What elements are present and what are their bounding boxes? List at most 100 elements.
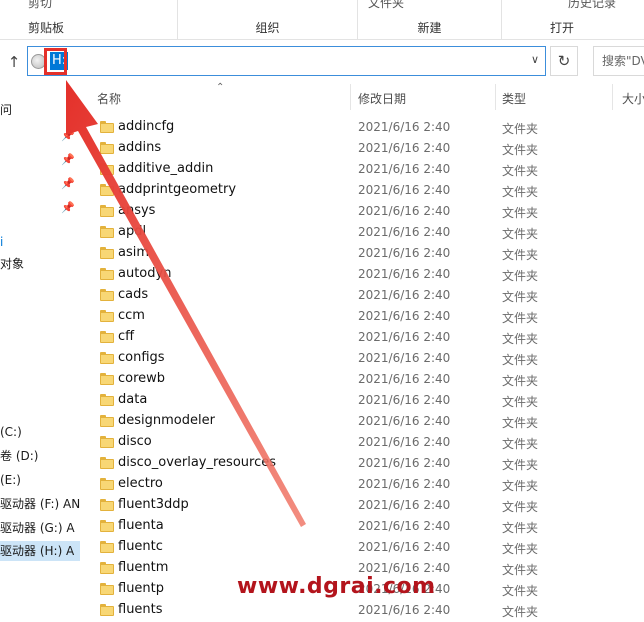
file-type: 文件夹 bbox=[502, 437, 539, 451]
ribbon-group-open: 历史记录 打开 bbox=[502, 0, 644, 40]
column-header-date[interactable]: 修改日期 bbox=[358, 90, 406, 107]
file-row[interactable]: fluentc 2021/6/16 2:40 文件夹 bbox=[80, 537, 644, 558]
nav-item-drive-h[interactable]: 驱动器 (H:) A bbox=[0, 541, 80, 561]
file-name: fluents bbox=[118, 602, 163, 617]
folder-icon bbox=[100, 436, 114, 448]
folder-icon bbox=[100, 142, 114, 154]
new-folder-button[interactable]: 文件夹 bbox=[368, 0, 404, 11]
file-modified-date: 2021/6/16 2:40 bbox=[358, 561, 451, 575]
folder-icon bbox=[100, 394, 114, 406]
nav-item-3d-objects[interactable]: 对象 bbox=[0, 254, 24, 274]
file-type: 文件夹 bbox=[502, 353, 539, 367]
history-button[interactable]: 历史记录 bbox=[568, 0, 616, 11]
folder-icon bbox=[100, 478, 114, 490]
file-type: 文件夹 bbox=[502, 143, 539, 157]
column-divider[interactable] bbox=[350, 84, 351, 110]
file-type: 文件夹 bbox=[502, 164, 539, 178]
column-divider[interactable] bbox=[495, 84, 496, 110]
file-row[interactable]: fluent3ddp 2021/6/16 2:40 文件夹 bbox=[80, 495, 644, 516]
file-row[interactable]: cads 2021/6/16 2:40 文件夹 bbox=[80, 285, 644, 306]
file-name: designmodeler bbox=[118, 413, 215, 428]
file-modified-date: 2021/6/16 2:40 bbox=[358, 435, 451, 449]
file-name: data bbox=[118, 392, 148, 407]
file-row[interactable]: ccm 2021/6/16 2:40 文件夹 bbox=[80, 306, 644, 327]
file-name: disco bbox=[118, 434, 152, 449]
file-row[interactable]: configs 2021/6/16 2:40 文件夹 bbox=[80, 348, 644, 369]
pin-icon[interactable]: 📌 bbox=[61, 130, 75, 142]
column-header-type[interactable]: 类型 bbox=[502, 90, 526, 107]
folder-icon bbox=[100, 331, 114, 343]
file-modified-date: 2021/6/16 2:40 bbox=[358, 183, 451, 197]
file-modified-date: 2021/6/16 2:40 bbox=[358, 540, 451, 554]
ribbon: 剪切 剪贴板 组织 文件夹 新建 历史记录 打开 bbox=[0, 0, 644, 40]
column-divider[interactable] bbox=[612, 84, 613, 110]
file-name: asim bbox=[118, 245, 150, 260]
sort-ascending-icon: ⌃ bbox=[216, 82, 225, 93]
file-list: addincfg 2021/6/16 2:40 文件夹 addins 2021/6/16… bbox=[80, 117, 644, 621]
file-row[interactable]: disco_overlay_resources 2021/6/16 2:40 文件夹 bbox=[80, 453, 644, 474]
nav-item-drive-c[interactable]: (C:) bbox=[0, 422, 22, 442]
file-row[interactable]: cff 2021/6/16 2:40 文件夹 bbox=[80, 327, 644, 348]
file-row[interactable]: electro 2021/6/16 2:40 文件夹 bbox=[80, 474, 644, 495]
file-row[interactable]: addins 2021/6/16 2:40 文件夹 bbox=[80, 138, 644, 159]
search-input[interactable]: 搜索"DV bbox=[593, 46, 644, 76]
file-row[interactable]: fluents 2021/6/16 2:40 文件夹 bbox=[80, 600, 644, 621]
file-modified-date: 2021/6/16 2:40 bbox=[358, 288, 451, 302]
file-row[interactable]: asim 2021/6/16 2:40 文件夹 bbox=[80, 243, 644, 264]
file-type: 文件夹 bbox=[502, 542, 539, 556]
address-bar[interactable]: H: ∨ bbox=[27, 46, 546, 76]
file-name: fluenta bbox=[118, 518, 164, 533]
column-header-name[interactable]: 名称 bbox=[97, 90, 121, 107]
nav-item-drive-e[interactable]: (E:) bbox=[0, 470, 21, 490]
annotation-highlight-box bbox=[44, 48, 67, 75]
file-name: electro bbox=[118, 476, 163, 491]
chevron-down-icon[interactable]: ∨ bbox=[531, 53, 539, 66]
file-row[interactable]: additive_addin 2021/6/16 2:40 文件夹 bbox=[80, 159, 644, 180]
file-row[interactable]: data 2021/6/16 2:40 文件夹 bbox=[80, 390, 644, 411]
file-name: disco_overlay_resources bbox=[118, 455, 276, 470]
ribbon-group-label: 组织 bbox=[255, 21, 280, 35]
ribbon-group-organize: 组织 bbox=[178, 0, 358, 40]
file-row[interactable]: disco 2021/6/16 2:40 文件夹 bbox=[80, 432, 644, 453]
file-name: cads bbox=[118, 287, 149, 302]
file-type: 文件夹 bbox=[502, 311, 539, 325]
pin-icon[interactable]: 📌 bbox=[61, 154, 75, 166]
folder-icon bbox=[100, 247, 114, 259]
nav-item-drive-f[interactable]: 驱动器 (F:) AN bbox=[0, 494, 80, 514]
file-type: 文件夹 bbox=[502, 248, 539, 262]
cut-button[interactable]: 剪切 bbox=[28, 0, 52, 11]
file-name: addincfg bbox=[118, 119, 175, 134]
file-row[interactable]: addprintgeometry 2021/6/16 2:40 文件夹 bbox=[80, 180, 644, 201]
file-name: apdl bbox=[118, 224, 147, 239]
file-modified-date: 2021/6/16 2:40 bbox=[358, 309, 451, 323]
column-header-size[interactable]: 大小 bbox=[622, 90, 644, 107]
file-row[interactable]: addincfg 2021/6/16 2:40 文件夹 bbox=[80, 117, 644, 138]
file-name: addprintgeometry bbox=[118, 182, 237, 197]
file-row[interactable]: designmodeler 2021/6/16 2:40 文件夹 bbox=[80, 411, 644, 432]
file-row[interactable]: fluenta 2021/6/16 2:40 文件夹 bbox=[80, 516, 644, 537]
file-modified-date: 2021/6/16 2:40 bbox=[358, 246, 451, 260]
nav-item-drive-d[interactable]: 卷 (D:) bbox=[0, 446, 38, 466]
nav-item-quick-access[interactable]: 问 bbox=[0, 100, 12, 120]
file-row[interactable]: ansys 2021/6/16 2:40 文件夹 bbox=[80, 201, 644, 222]
nav-item-this-pc[interactable]: i bbox=[0, 232, 3, 252]
file-name: ccm bbox=[118, 308, 145, 323]
file-name: cff bbox=[118, 329, 135, 344]
pin-icon[interactable]: 📌 bbox=[61, 202, 75, 214]
pin-icon[interactable]: 📌 bbox=[61, 178, 75, 190]
file-type: 文件夹 bbox=[502, 521, 539, 535]
refresh-button[interactable]: ↻ bbox=[550, 46, 578, 76]
file-modified-date: 2021/6/16 2:40 bbox=[358, 204, 451, 218]
nav-item-drive-g[interactable]: 驱动器 (G:) A bbox=[0, 518, 75, 538]
ribbon-group-label: 剪贴板 bbox=[28, 21, 65, 35]
file-type: 文件夹 bbox=[502, 122, 539, 136]
file-type: 文件夹 bbox=[502, 395, 539, 409]
file-type: 文件夹 bbox=[502, 332, 539, 346]
file-modified-date: 2021/6/16 2:40 bbox=[358, 120, 451, 134]
file-row[interactable]: autodyn 2021/6/16 2:40 文件夹 bbox=[80, 264, 644, 285]
folder-icon bbox=[100, 184, 114, 196]
file-row[interactable]: corewb 2021/6/16 2:40 文件夹 bbox=[80, 369, 644, 390]
up-arrow-icon[interactable]: ↑ bbox=[4, 52, 24, 72]
file-row[interactable]: apdl 2021/6/16 2:40 文件夹 bbox=[80, 222, 644, 243]
file-modified-date: 2021/6/16 2:40 bbox=[358, 519, 451, 533]
